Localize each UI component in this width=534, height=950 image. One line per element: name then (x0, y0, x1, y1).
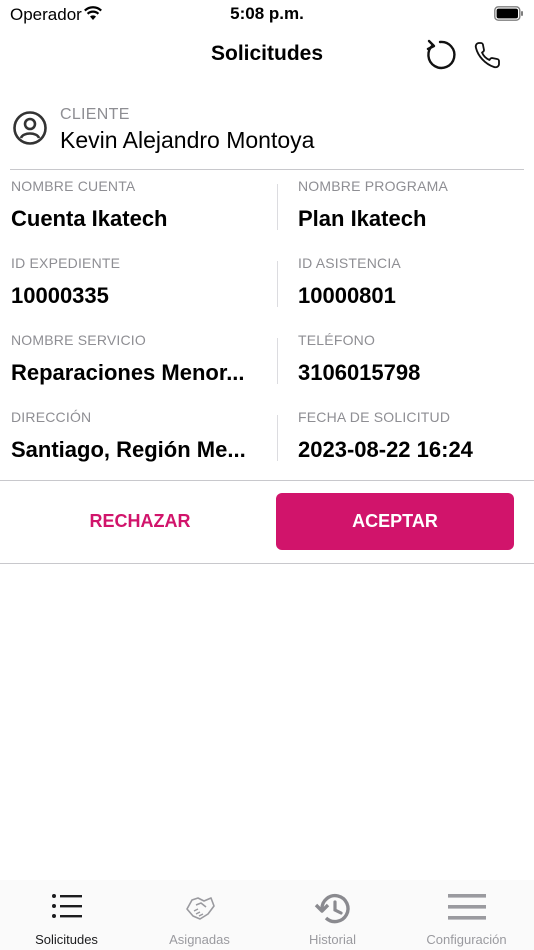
client-section: CLIENTE Kevin Alejandro Montoya (0, 104, 534, 164)
detail-label: NOMBRE CUENTA (11, 178, 136, 194)
history-icon (314, 893, 350, 924)
detail-address: DIRECCIÓN Santiago, Región Me... (11, 401, 277, 479)
detail-value: 2023-08-22 16:24 (298, 437, 473, 462)
detail-value: Plan Ikatech (298, 206, 427, 231)
detail-account-name: NOMBRE CUENTA Cuenta Ikatech (11, 170, 277, 248)
status-bar: Operador 5:08 p.m. (0, 0, 534, 30)
details-grid: NOMBRE CUENTA Cuenta Ikatech NOMBRE PROG… (0, 170, 534, 480)
client-name: Kevin Alejandro Montoya (60, 127, 315, 153)
detail-phone: TELÉFONO 3106015798 (298, 324, 534, 402)
phone-icon[interactable] (472, 39, 504, 71)
detail-file-id: ID EXPEDIENTE 10000335 (11, 247, 277, 325)
detail-assistance-id: ID ASISTENCIA 10000801 (298, 247, 534, 325)
handshake-icon (185, 897, 215, 920)
detail-label: FECHA DE SOLICITUD (298, 409, 451, 425)
detail-program-name: NOMBRE PROGRAMA Plan Ikatech (298, 170, 534, 248)
detail-label: NOMBRE PROGRAMA (298, 178, 449, 194)
nav-bar: Solicitudes (0, 30, 534, 80)
detail-value: 10000335 (11, 283, 109, 308)
detail-service-name: NOMBRE SERVICIO Reparaciones Menor... (11, 324, 277, 402)
clock: 5:08 p.m. (230, 4, 304, 23)
detail-label: NOMBRE SERVICIO (11, 332, 146, 348)
column-divider (277, 184, 278, 230)
tab-label: Configuración (426, 932, 507, 947)
tab-historial[interactable]: Historial (266, 880, 399, 950)
tab-label: Historial (309, 932, 356, 947)
tab-label: Asignadas (169, 932, 230, 947)
reject-button[interactable]: RECHAZAR (20, 493, 260, 550)
tab-asignadas[interactable]: Asignadas (133, 880, 266, 950)
detail-value: Cuenta Ikatech (11, 206, 168, 231)
column-divider (277, 338, 278, 384)
detail-label: DIRECCIÓN (11, 409, 92, 425)
detail-value: 10000801 (298, 283, 396, 308)
detail-request-date: FECHA DE SOLICITUD 2023-08-22 16:24 (298, 401, 534, 479)
refresh-icon[interactable] (423, 38, 457, 72)
detail-value: Santiago, Región Me... (11, 437, 246, 462)
tab-bar: Solicitudes Asignadas Historial Configur… (0, 880, 534, 950)
client-label: CLIENTE (60, 106, 130, 123)
detail-value: 3106015798 (298, 360, 421, 385)
detail-label: ID EXPEDIENTE (11, 255, 121, 271)
list-icon (51, 894, 82, 918)
action-bar: RECHAZAR ACEPTAR (0, 481, 534, 564)
user-circle-icon (13, 111, 47, 145)
menu-icon (447, 894, 486, 920)
battery-icon (494, 6, 523, 21)
detail-label: ID ASISTENCIA (298, 255, 401, 271)
tab-label: Solicitudes (35, 932, 98, 947)
column-divider (277, 261, 278, 307)
tab-configuracion[interactable]: Configuración (400, 880, 533, 950)
detail-label: TELÉFONO (298, 332, 376, 348)
accept-button[interactable]: ACEPTAR (276, 493, 514, 550)
detail-value: Reparaciones Menor... (11, 360, 245, 385)
actions-divider (0, 563, 534, 564)
tab-solicitudes[interactable]: Solicitudes (0, 880, 133, 950)
column-divider (277, 415, 278, 461)
